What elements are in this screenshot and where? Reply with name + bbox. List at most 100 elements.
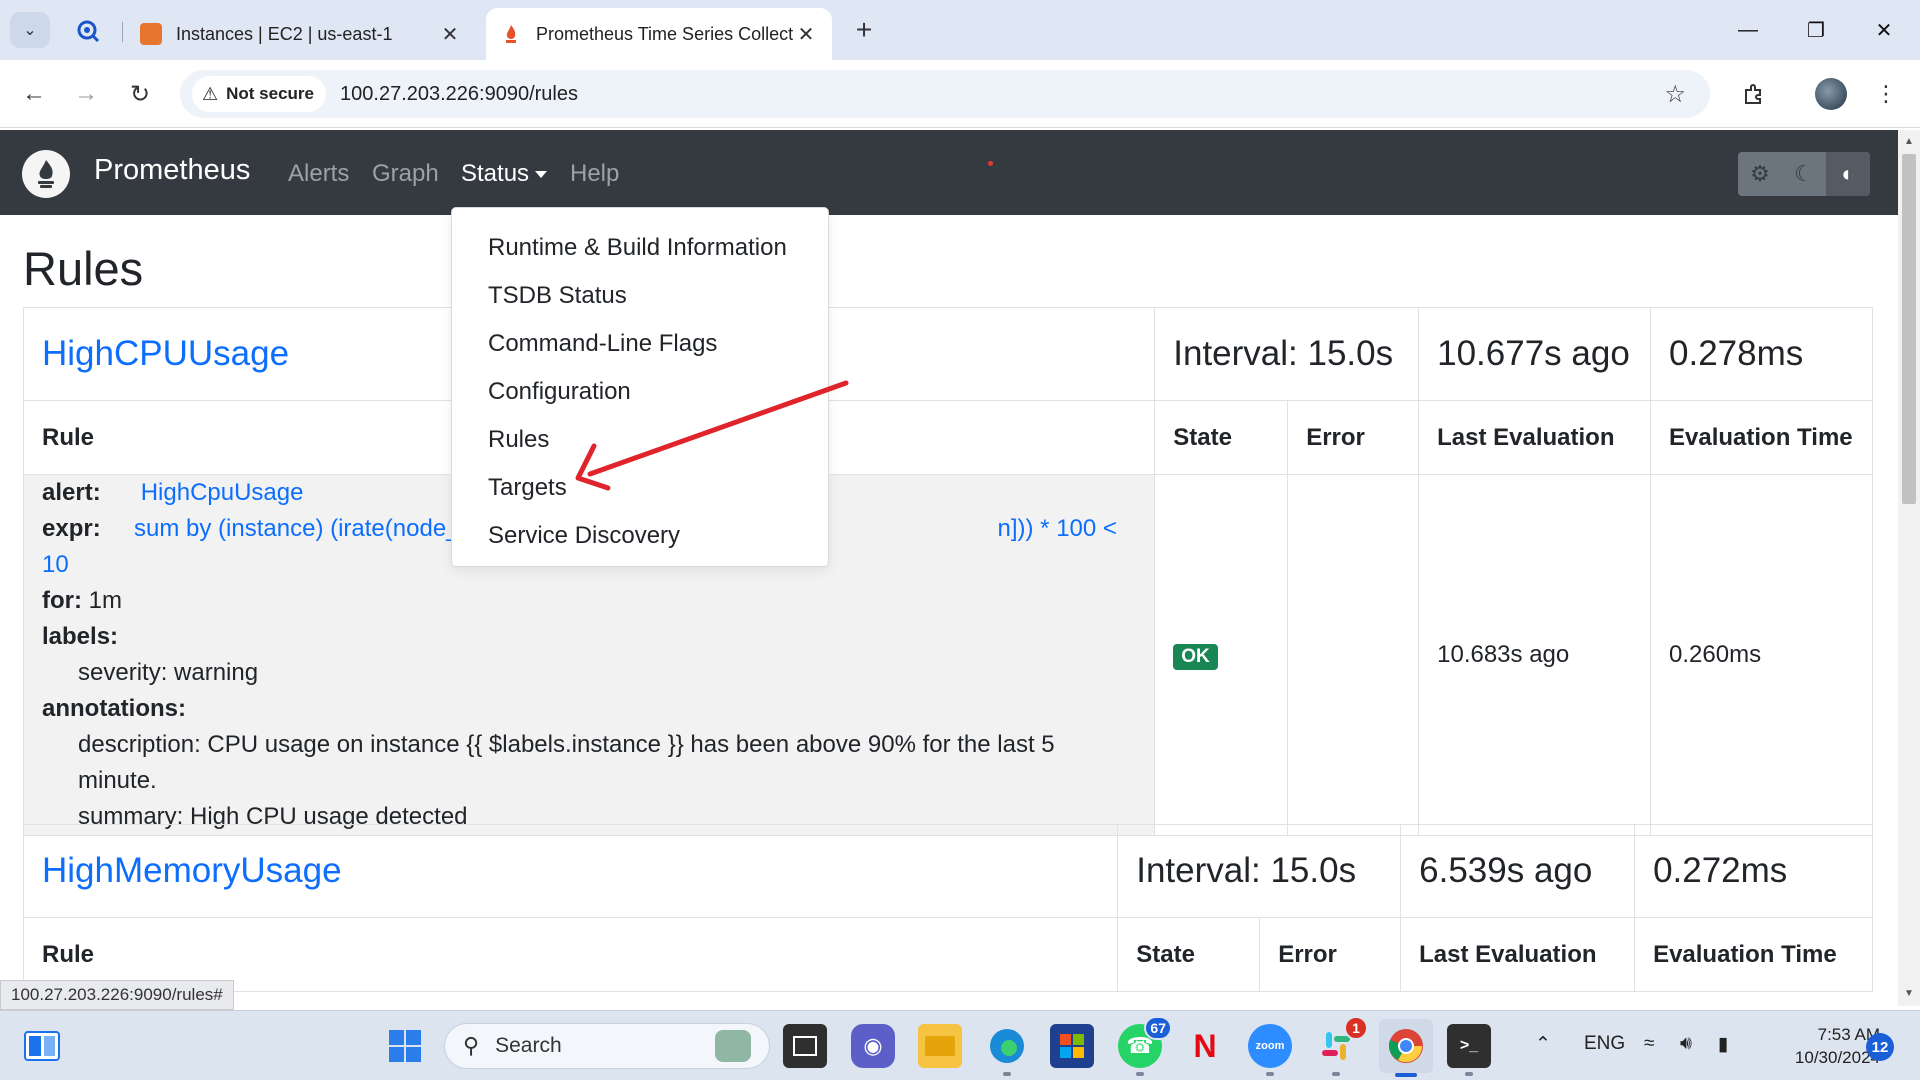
menu-item-tsdb-status[interactable]: TSDB Status — [452, 272, 828, 320]
col-last-evaluation: Last Evaluation — [1400, 917, 1636, 992]
window-close-icon[interactable]: ✕ — [1856, 8, 1912, 52]
teams-chat-icon[interactable]: ◉ — [851, 1024, 895, 1068]
tab-search-chevron-icon[interactable]: ⌄ — [10, 12, 50, 48]
light-theme-sun-icon[interactable]: ⚙ — [1738, 152, 1782, 196]
whatsapp-unread-badge: 67 — [1144, 1016, 1172, 1040]
wifi-icon[interactable]: ≈ — [1644, 1033, 1654, 1055]
profile-avatar[interactable] — [1815, 78, 1847, 110]
nav-status-dropdown[interactable]: Status — [461, 160, 548, 188]
running-indicator — [1266, 1072, 1274, 1076]
kebab-menu-icon[interactable]: ⋮ — [1866, 74, 1906, 114]
group-name-link[interactable]: HighMemoryUsage — [42, 851, 342, 890]
menu-item-command-line-flags[interactable]: Command-Line Flags — [452, 320, 828, 368]
running-indicator — [1332, 1072, 1340, 1076]
chrome-icon[interactable] — [1379, 1019, 1433, 1077]
reload-icon[interactable]: ↻ — [120, 74, 160, 114]
pinned-tab-icon[interactable] — [70, 14, 106, 48]
nav-graph[interactable]: Graph — [372, 160, 439, 188]
tab-label: Instances | EC2 | us-east-1 — [176, 23, 393, 44]
close-icon[interactable]: ✕ — [794, 22, 818, 47]
description-annotation: description: CPU usage on instance {{ $l… — [78, 731, 1055, 794]
running-indicator — [1465, 1072, 1473, 1076]
back-arrow-icon[interactable]: ← — [14, 74, 54, 114]
group-interval: Interval: 15.0s — [1154, 307, 1420, 401]
col-error: Error — [1259, 917, 1402, 992]
browser-toolbar: ← → ↻ ⚠ Not secure 100.27.203.226:9090/r… — [0, 60, 1920, 128]
prometheus-navbar: Prometheus Alerts Graph Status Help ⚙ ☾ … — [0, 130, 1898, 215]
slack-unread-badge: 1 — [1344, 1016, 1368, 1040]
url-text[interactable]: 100.27.203.226:9090/rules — [340, 83, 578, 106]
nav-alerts[interactable]: Alerts — [288, 160, 349, 188]
whatsapp-icon[interactable]: ☎ 67 — [1118, 1016, 1172, 1076]
annotations-key: annotations: — [42, 695, 186, 722]
theme-switcher: ⚙ ☾ ◐ — [1738, 152, 1870, 196]
close-icon[interactable]: ✕ — [438, 22, 462, 47]
volume-icon[interactable]: 🔊︎ — [1680, 1033, 1692, 1055]
notification-count-badge[interactable]: 12 — [1866, 1033, 1894, 1061]
state-badge: OK — [1173, 643, 1218, 670]
page-title: Rules — [23, 242, 144, 295]
scroll-thumb[interactable] — [1902, 154, 1916, 504]
file-explorer-icon[interactable] — [918, 1024, 962, 1068]
scroll-up-icon[interactable]: ▲ — [1898, 132, 1920, 152]
group-last-eval: 10.677s ago — [1418, 307, 1652, 401]
forward-arrow-icon[interactable]: → — [66, 74, 106, 114]
col-error: Error — [1287, 400, 1420, 475]
status-dropdown-menu: Runtime & Build Information TSDB Status … — [451, 207, 829, 567]
col-last-evaluation: Last Evaluation — [1418, 400, 1652, 475]
taskbar-search[interactable]: ⚲ Search — [444, 1023, 770, 1069]
menu-item-runtime-build-info[interactable]: Runtime & Build Information — [452, 224, 828, 272]
menu-item-targets[interactable]: Targets — [452, 464, 828, 512]
zoom-icon[interactable]: zoom — [1248, 1024, 1292, 1076]
labels-line: labels: — [42, 619, 1136, 655]
menu-item-rules[interactable]: Rules — [452, 416, 828, 464]
menu-item-configuration[interactable]: Configuration — [452, 368, 828, 416]
group-eval-time: 0.272ms — [1634, 824, 1873, 918]
netflix-icon[interactable]: N — [1183, 1024, 1227, 1068]
group-header-row: HighMemoryUsage Interval: 15.0s 6.539s a… — [22, 824, 1873, 918]
task-view-icon[interactable] — [783, 1024, 827, 1068]
dark-theme-moon-icon[interactable]: ☾ — [1782, 152, 1826, 196]
new-tab-plus-icon[interactable]: + — [848, 14, 880, 46]
show-hidden-icons-chevron-icon[interactable]: ⌃ — [1535, 1033, 1551, 1056]
security-chip[interactable]: ⚠ Not secure — [192, 76, 327, 112]
rule-row: alert: HighCpuUsage expr: sum by (instan… — [22, 474, 1873, 836]
browser-tab-strip: ⌄ Instances | EC2 | us-east-1 ✕ Promethe… — [0, 0, 1920, 60]
expr-link-start[interactable]: sum by (instance) (irate(node_ — [134, 515, 459, 542]
tab-ec2-instances[interactable]: Instances | EC2 | us-east-1 ✕ — [126, 8, 476, 60]
menu-item-service-discovery[interactable]: Service Discovery — [452, 512, 828, 560]
scroll-down-icon[interactable]: ▼ — [1898, 984, 1920, 1004]
link-status-bar: 100.27.203.226:9090/rules# — [0, 980, 234, 1010]
nav-status-label: Status — [461, 160, 530, 187]
alert-name-link[interactable]: HighCpuUsage — [141, 479, 304, 506]
language-indicator[interactable]: ENG — [1584, 1033, 1625, 1055]
col-state: State — [1117, 917, 1261, 992]
windows-start-icon[interactable] — [383, 1024, 427, 1068]
restore-icon[interactable]: ❐ — [1788, 8, 1844, 52]
address-bar[interactable]: ⚠ Not secure 100.27.203.226:9090/rules ☆ — [180, 70, 1710, 118]
group-header-row: HighCPUUsage Interval: 15.0s 10.677s ago… — [22, 307, 1873, 401]
search-icon: ⚲ — [463, 1033, 480, 1058]
error-cell — [1287, 474, 1420, 836]
auto-theme-contrast-icon[interactable]: ◐ — [1826, 152, 1870, 196]
nav-help[interactable]: Help — [570, 160, 619, 188]
slack-icon[interactable]: 1 — [1314, 1016, 1368, 1076]
widgets-icon[interactable] — [20, 1024, 64, 1068]
page-scrollbar[interactable]: ▲ ▼ — [1898, 130, 1920, 1006]
bookmark-star-icon[interactable]: ☆ — [1664, 80, 1686, 109]
brand-name[interactable]: Prometheus — [94, 154, 250, 187]
microsoft-store-icon[interactable] — [1050, 1024, 1094, 1068]
for-value: 1m — [88, 587, 122, 614]
annotations-line: annotations: — [42, 691, 1136, 727]
tab-prometheus[interactable]: Prometheus Time Series Collect ✕ — [486, 8, 832, 60]
system-clock[interactable]: 7:53 AM 10/30/2024 — [1762, 1023, 1880, 1069]
terminal-icon[interactable]: >_ — [1447, 1024, 1491, 1076]
group-name-link[interactable]: HighCPUUsage — [42, 334, 289, 373]
battery-icon[interactable]: ▮ — [1718, 1033, 1728, 1056]
tab-label: Prometheus Time Series Collect — [536, 23, 794, 44]
prometheus-logo-icon[interactable] — [22, 150, 70, 198]
extensions-puzzle-icon[interactable] — [1734, 74, 1774, 114]
rules-page: Rules HighCPUUsage Interval: 15.0s 10.67… — [0, 215, 1898, 1010]
edge-browser-icon[interactable] — [985, 1024, 1029, 1076]
minimize-icon[interactable]: — — [1720, 8, 1776, 52]
